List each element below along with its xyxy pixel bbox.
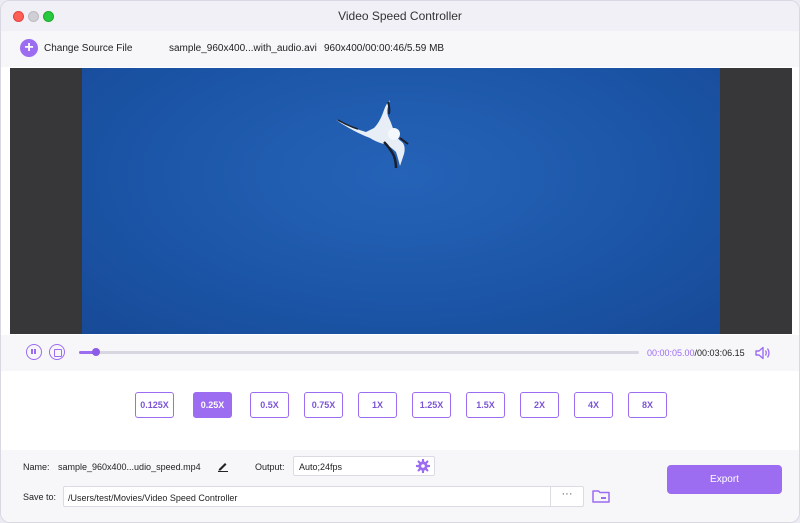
total-time: /00:03:06.15: [694, 348, 745, 358]
save-path-value: /Users/test/Movies/Video Speed Controlle…: [68, 493, 238, 503]
name-label: Name:: [23, 462, 50, 472]
speed-0.125x-button[interactable]: 0.125X: [135, 392, 174, 418]
source-file-bar: + Change Source File sample_960x400...wi…: [1, 31, 799, 67]
title-bar: Video Speed Controller: [1, 1, 799, 31]
speed-options: 0.125X 0.25X 0.5X 0.75X 1X 1.25X 1.5X 2X…: [1, 372, 799, 450]
pause-icon[interactable]: [26, 344, 42, 360]
progress-thumb[interactable]: [91, 348, 100, 356]
current-time: 00:00:05.00: [647, 348, 695, 358]
pencil-icon[interactable]: [217, 460, 229, 472]
video-preview: [10, 68, 792, 334]
speed-2x-button[interactable]: 2X: [520, 392, 559, 418]
playback-controls: 00:00:05.00/00:03:06.15: [1, 335, 799, 371]
save-path-field[interactable]: /Users/test/Movies/Video Speed Controlle…: [63, 486, 584, 507]
export-settings: Name: sample_960x400...udio_speed.mp4 Ou…: [1, 450, 799, 522]
output-format-field[interactable]: Auto;24fps: [293, 456, 435, 476]
speed-4x-button[interactable]: 4X: [574, 392, 613, 418]
folder-icon[interactable]: [592, 489, 610, 503]
source-file-name: sample_960x400...with_audio.avi: [169, 43, 317, 54]
speed-1x-button[interactable]: 1X: [358, 392, 397, 418]
window-title: Video Speed Controller: [338, 9, 462, 23]
speed-0.25x-button[interactable]: 0.25X: [193, 392, 232, 418]
time-display: 00:00:05.00/00:03:06.15: [647, 348, 745, 358]
save-to-label: Save to:: [23, 492, 57, 502]
output-file-name: sample_960x400...udio_speed.mp4: [58, 462, 201, 472]
bird-image: [336, 100, 409, 169]
source-file-info: 960x400/00:00:46/5.59 MB: [324, 43, 445, 54]
add-source-icon[interactable]: +: [20, 39, 38, 57]
change-source-file-button[interactable]: Change Source File: [44, 43, 132, 54]
browse-more-button[interactable]: ···: [550, 487, 583, 506]
speed-8x-button[interactable]: 8X: [628, 392, 667, 418]
progress-slider[interactable]: [79, 348, 639, 356]
speed-0.75x-button[interactable]: 0.75X: [304, 392, 343, 418]
output-format-value: Auto;24fps: [299, 462, 343, 472]
stop-icon[interactable]: [49, 344, 65, 360]
speed-1.25x-button[interactable]: 1.25X: [412, 392, 451, 418]
gear-icon[interactable]: [416, 459, 430, 473]
output-label: Output:: [255, 462, 285, 472]
speed-1.5x-button[interactable]: 1.5X: [466, 392, 505, 418]
volume-icon[interactable]: [755, 346, 771, 360]
app-window: Video Speed Controller + Change Source F…: [0, 0, 800, 523]
video-frame: [82, 68, 720, 334]
speed-0.5x-button[interactable]: 0.5X: [250, 392, 289, 418]
export-button[interactable]: Export: [667, 465, 782, 494]
